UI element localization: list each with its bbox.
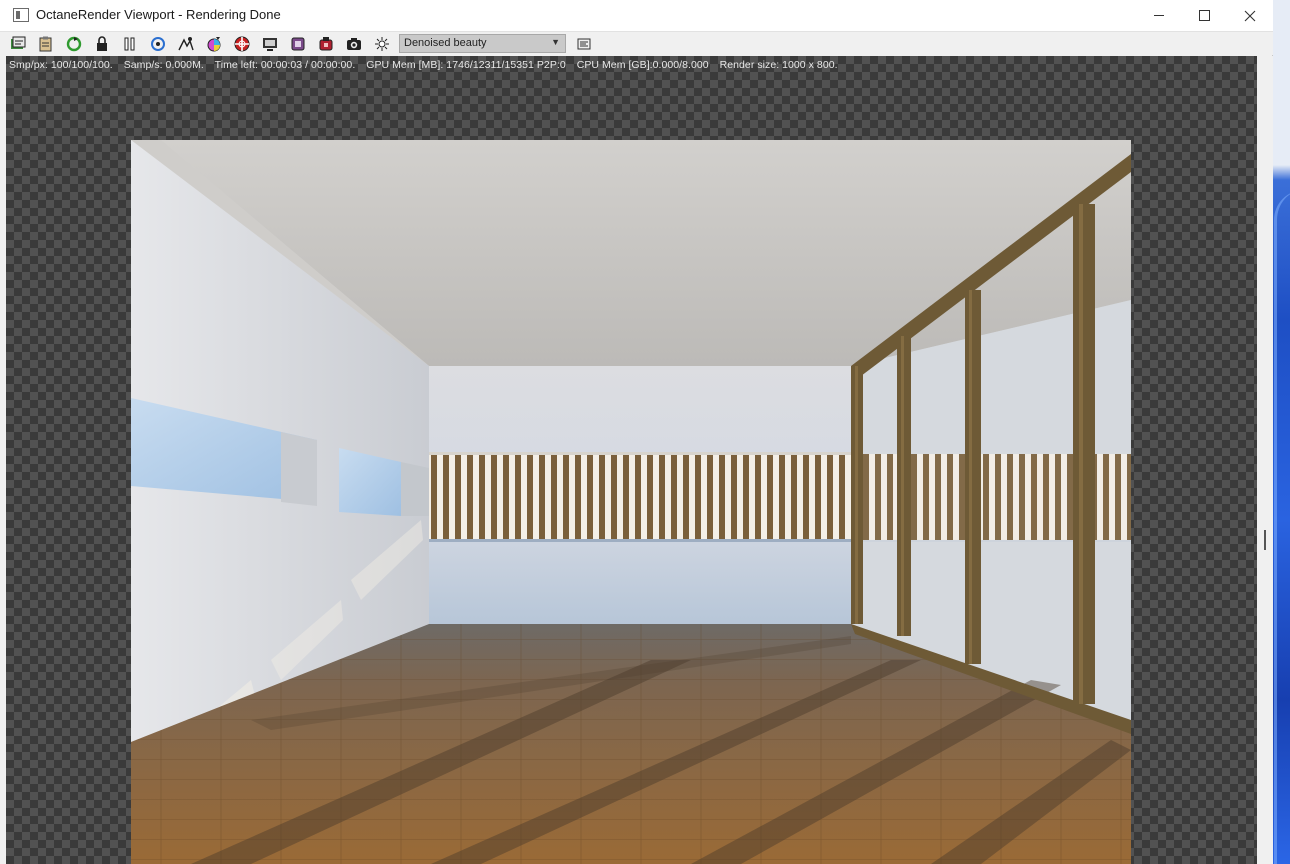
- gpu-memory: GPU Mem [MB]: 1746/12311/15351 P2P:0: [366, 59, 566, 71]
- time-left: Time left: 00:00:03 / 00:00:00.: [214, 59, 356, 71]
- focus-picker-icon: [178, 37, 194, 51]
- object-picker-button[interactable]: [316, 35, 336, 53]
- camera-icon: [347, 38, 361, 50]
- light-icon: [375, 37, 389, 51]
- desktop-wallpaper: [1272, 0, 1290, 864]
- lock-icon: [97, 36, 107, 51]
- refresh-button[interactable]: [148, 35, 168, 53]
- render-viewport[interactable]: Smp/px: 100/100/100. Samp/s: 0.000M. Tim…: [6, 56, 1257, 864]
- chevron-down-icon: ▼: [551, 37, 560, 47]
- camera-button[interactable]: [344, 35, 364, 53]
- pause-icon: [124, 37, 135, 51]
- settings-button[interactable]: [574, 35, 594, 53]
- film-region-button[interactable]: [260, 35, 280, 53]
- object-picker-icon: [319, 37, 333, 51]
- send-scene-icon: [11, 36, 26, 49]
- scrollbar-thumb[interactable]: [1264, 530, 1266, 550]
- region-render-icon: [234, 36, 250, 52]
- copy-clipboard-icon: [39, 36, 52, 52]
- film-region-icon: [263, 38, 277, 51]
- samples-per-second: Samp/s: 0.000M.: [123, 59, 204, 71]
- focus-picker-button[interactable]: [176, 35, 196, 53]
- color-picker-button[interactable]: [204, 35, 224, 53]
- close-icon: [1244, 10, 1256, 21]
- minimize-button[interactable]: [1136, 0, 1182, 31]
- samples-per-pixel: Smp/px: 100/100/100.: [9, 59, 113, 71]
- region-render-button[interactable]: [232, 35, 252, 53]
- render-pass-value: Denoised beauty: [404, 37, 487, 49]
- maximize-button[interactable]: [1181, 0, 1227, 31]
- restart-render-button[interactable]: [64, 35, 84, 53]
- light-button[interactable]: [372, 35, 392, 53]
- close-button[interactable]: [1227, 0, 1273, 31]
- title-bar[interactable]: OctaneRender Viewport - Rendering Done: [0, 0, 1273, 31]
- maximize-icon: [1198, 10, 1210, 21]
- restart-render-icon: [66, 36, 82, 52]
- minimize-icon: [1154, 15, 1164, 16]
- render-statistics: Smp/px: 100/100/100. Samp/s: 0.000M. Tim…: [9, 59, 846, 71]
- app-icon: [13, 8, 29, 22]
- send-scene-button[interactable]: [8, 35, 28, 53]
- copy-clipboard-button[interactable]: [36, 35, 56, 53]
- render-image: [131, 140, 1131, 864]
- render-size: Render size: 1000 x 800.: [719, 59, 838, 71]
- vertical-scrollbar[interactable]: [1257, 56, 1273, 864]
- material-picker-button[interactable]: [288, 35, 308, 53]
- viewport-toolbar: Denoised beauty ▼: [0, 31, 1273, 55]
- refresh-icon: [151, 37, 165, 51]
- cpu-memory: CPU Mem [GB]:0.000/8.000: [576, 59, 709, 71]
- color-picker-icon: [207, 37, 221, 52]
- material-picker-icon: [291, 37, 305, 51]
- window-title: OctaneRender Viewport - Rendering Done: [36, 7, 281, 22]
- lock-button[interactable]: [92, 35, 112, 53]
- settings-icon: [577, 38, 591, 50]
- viewport-window: OctaneRender Viewport - Rendering Done D…: [0, 0, 1273, 864]
- pause-button[interactable]: [120, 35, 140, 53]
- render-pass-dropdown[interactable]: Denoised beauty ▼: [399, 34, 566, 53]
